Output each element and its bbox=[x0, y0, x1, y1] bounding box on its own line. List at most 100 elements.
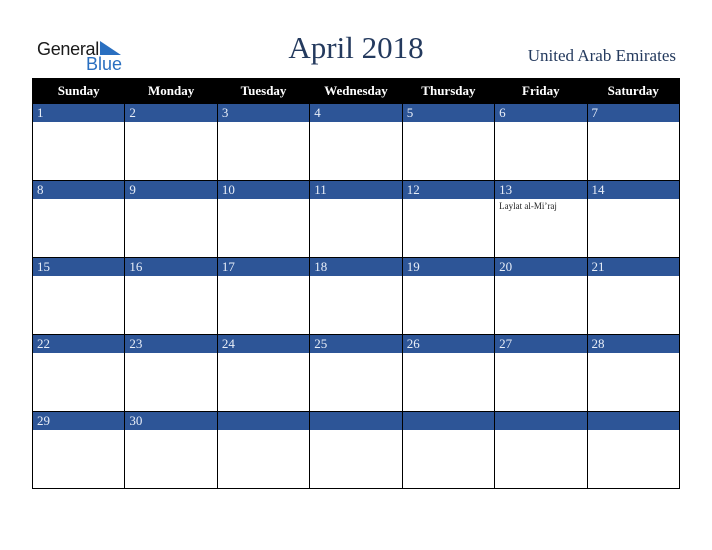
day-cell-content bbox=[310, 412, 402, 488]
day-cell[interactable]: 16 bbox=[124, 257, 218, 335]
day-cell[interactable]: 3 bbox=[216, 103, 311, 181]
week-row: 1234567 bbox=[31, 103, 681, 181]
day-cell[interactable] bbox=[494, 411, 588, 489]
day-cell[interactable]: 6 bbox=[494, 103, 588, 181]
weekday-header-friday: Friday bbox=[494, 78, 588, 104]
day-cell[interactable]: 7 bbox=[586, 103, 681, 181]
day-cell[interactable]: 13 Laylat al-Mi’raj bbox=[494, 180, 588, 258]
calendar-grid: Sunday Monday Tuesday Wednesday Thursday Frid… bbox=[31, 78, 681, 489]
day-cell[interactable]: 11 bbox=[309, 180, 403, 258]
day-number: 27 bbox=[495, 335, 587, 353]
day-cell[interactable]: 1 bbox=[31, 103, 126, 181]
day-number: 10 bbox=[217, 181, 310, 199]
day-cell-content: 30 bbox=[125, 412, 217, 488]
week-row: 22 23 24 25 26 27 28 bbox=[31, 334, 681, 412]
holiday-event: Laylat al-Mi’raj bbox=[499, 201, 557, 211]
country-label: United Arab Emirates bbox=[527, 46, 676, 65]
day-number bbox=[495, 412, 587, 430]
weekday-header-row: Sunday Monday Tuesday Wednesday Thursday Frid… bbox=[31, 78, 681, 104]
day-cell-content: 21 bbox=[587, 258, 679, 334]
day-number: 8 bbox=[33, 181, 125, 199]
weekday-header-saturday: Saturday bbox=[586, 78, 681, 104]
day-cell-content: 28 bbox=[587, 335, 679, 411]
weekday-header-monday: Monday bbox=[124, 78, 218, 104]
day-cell[interactable]: 14 bbox=[586, 180, 681, 258]
day-number: 19 bbox=[402, 258, 495, 276]
day-cell[interactable]: 15 bbox=[31, 257, 126, 335]
day-cell[interactable] bbox=[216, 411, 311, 489]
day-cell-content: 23 bbox=[125, 335, 217, 411]
day-cell[interactable] bbox=[586, 411, 681, 489]
day-cell-content: 1 bbox=[33, 104, 125, 180]
day-cell[interactable]: 19 bbox=[401, 257, 496, 335]
day-cell-content bbox=[587, 412, 679, 488]
day-cell-content: 25 bbox=[310, 335, 402, 411]
day-cell-content: 3 bbox=[217, 104, 310, 180]
day-cell-content: 24 bbox=[217, 335, 310, 411]
day-number bbox=[587, 412, 679, 430]
day-number: 13 bbox=[495, 181, 587, 199]
day-cell-content: 5 bbox=[402, 104, 495, 180]
day-number: 17 bbox=[217, 258, 310, 276]
week-row: 15 16 17 18 19 20 21 bbox=[31, 257, 681, 335]
day-number bbox=[217, 412, 310, 430]
day-number: 30 bbox=[125, 412, 217, 430]
day-number: 25 bbox=[310, 335, 402, 353]
day-cell[interactable]: 2 bbox=[124, 103, 218, 181]
day-cell-content: 4 bbox=[310, 104, 402, 180]
day-cell-content: 15 bbox=[33, 258, 125, 334]
day-cell-content: 17 bbox=[217, 258, 310, 334]
weekday-header-sunday: Sunday bbox=[31, 78, 126, 104]
day-cell[interactable]: 9 bbox=[124, 180, 218, 258]
day-cell-content: 6 bbox=[495, 104, 587, 180]
day-cell[interactable]: 30 bbox=[124, 411, 218, 489]
day-cell[interactable]: 5 bbox=[401, 103, 496, 181]
day-cell[interactable]: 10 bbox=[216, 180, 311, 258]
day-cell[interactable]: 12 bbox=[401, 180, 496, 258]
day-cell[interactable]: 8 bbox=[31, 180, 126, 258]
day-cell-content: 14 bbox=[587, 181, 679, 257]
day-number: 4 bbox=[310, 104, 402, 122]
day-cell-content: 27 bbox=[495, 335, 587, 411]
day-cell[interactable]: 28 bbox=[586, 334, 681, 412]
day-cell-content: 8 bbox=[33, 181, 125, 257]
day-cell[interactable]: 26 bbox=[401, 334, 496, 412]
day-cell[interactable] bbox=[309, 411, 403, 489]
day-number: 3 bbox=[217, 104, 310, 122]
day-number: 15 bbox=[33, 258, 125, 276]
day-cell[interactable]: 25 bbox=[309, 334, 403, 412]
day-number: 21 bbox=[587, 258, 679, 276]
day-cell[interactable]: 29 bbox=[31, 411, 126, 489]
day-cell-content: 19 bbox=[402, 258, 495, 334]
day-cell-content: 20 bbox=[495, 258, 587, 334]
day-cell[interactable]: 20 bbox=[494, 257, 588, 335]
day-cell[interactable]: 21 bbox=[586, 257, 681, 335]
day-cell[interactable]: 4 bbox=[309, 103, 403, 181]
day-cell-content: 9 bbox=[125, 181, 217, 257]
day-number bbox=[310, 412, 402, 430]
day-cell-content: 22 bbox=[33, 335, 125, 411]
week-row: 8 9 10 11 12 13 Laylat al-Mi’raj 14 bbox=[31, 180, 681, 258]
day-cell[interactable]: 18 bbox=[309, 257, 403, 335]
day-number: 22 bbox=[33, 335, 125, 353]
day-number: 23 bbox=[125, 335, 217, 353]
day-cell[interactable]: 17 bbox=[216, 257, 311, 335]
day-cell-content: 18 bbox=[310, 258, 402, 334]
day-cell[interactable]: 24 bbox=[216, 334, 311, 412]
day-number: 1 bbox=[33, 104, 125, 122]
day-cell[interactable]: 27 bbox=[494, 334, 588, 412]
day-number: 28 bbox=[587, 335, 679, 353]
day-number: 6 bbox=[495, 104, 587, 122]
day-cell-content: 29 bbox=[33, 412, 125, 488]
day-cell[interactable]: 22 bbox=[31, 334, 126, 412]
day-cell-content: 13 Laylat al-Mi’raj bbox=[495, 181, 587, 257]
day-cell-content: 12 bbox=[402, 181, 495, 257]
week-row: 29 30 bbox=[31, 411, 681, 489]
day-number: 11 bbox=[310, 181, 402, 199]
day-number: 7 bbox=[587, 104, 679, 122]
day-cell[interactable] bbox=[401, 411, 496, 489]
day-number: 2 bbox=[125, 104, 217, 122]
day-cell[interactable]: 23 bbox=[124, 334, 218, 412]
day-number: 24 bbox=[217, 335, 310, 353]
day-cell-content: 10 bbox=[217, 181, 310, 257]
